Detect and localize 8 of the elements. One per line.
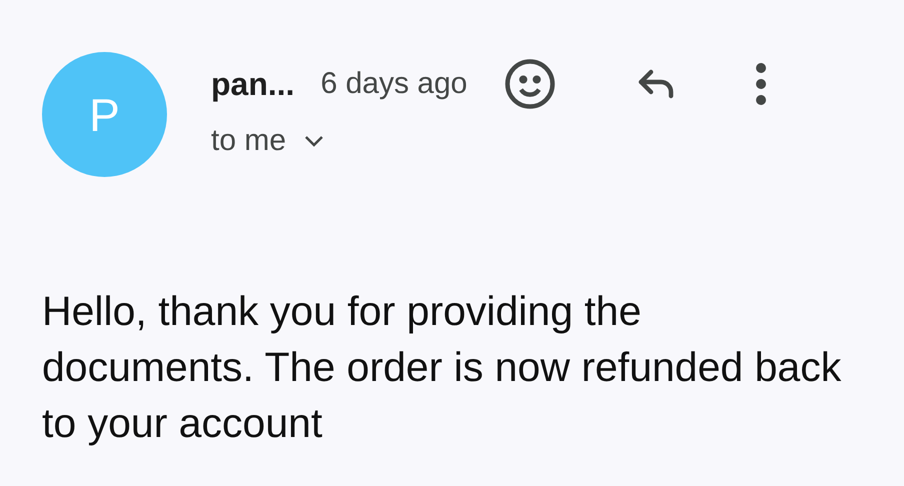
- message-body: Hello, thank you for providing the documents. The order is now refunded back to your account: [42, 287, 842, 448]
- avatar: P: [42, 52, 167, 177]
- more-icon[interactable]: [755, 62, 768, 106]
- emoji-icon[interactable]: [503, 57, 558, 111]
- chevron-icon: [304, 135, 324, 147]
- sender-name: pan...: [211, 66, 295, 102]
- recipient-toggle[interactable]: to me: [211, 124, 768, 158]
- message-time: 6 days ago: [320, 67, 468, 101]
